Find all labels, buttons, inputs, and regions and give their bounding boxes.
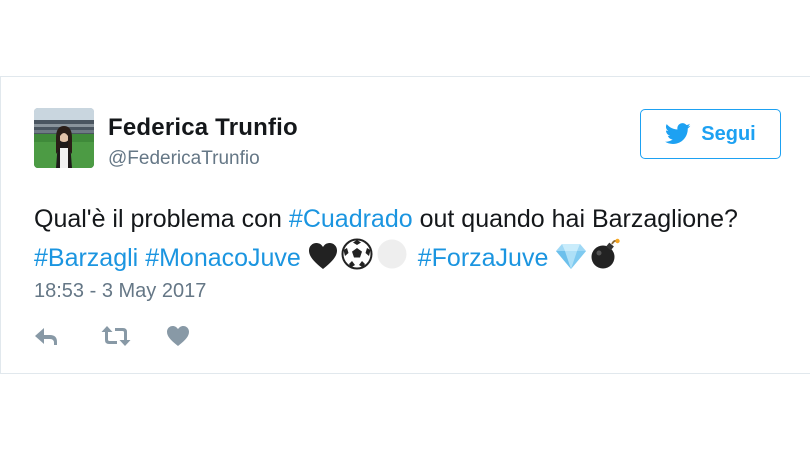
avatar[interactable] — [34, 108, 94, 168]
avatar-image — [34, 108, 94, 168]
tweet-text: Qual'è il problema con #Cuadrado out qua… — [34, 200, 794, 277]
retweet-button[interactable] — [100, 322, 166, 350]
hashtag-forzajuve[interactable]: #ForzaJuve — [418, 244, 549, 272]
tweet-text-segment: out quando hai Barzaglione? — [412, 205, 738, 233]
tweet-text-segment: Qual'è il problema con — [34, 205, 289, 233]
retweet-icon — [101, 326, 131, 346]
page: Federica Trunfio @FedericaTrunfio Segui … — [0, 0, 810, 450]
hashtag-barzagli[interactable]: #Barzagli — [34, 244, 138, 272]
tweet-line-1: Qual'è il problema con #Cuadrado out qua… — [34, 200, 794, 238]
bomb-icon — [591, 238, 621, 269]
white-circle-icon — [377, 239, 407, 269]
follow-button[interactable]: Segui — [640, 109, 781, 159]
tweet-timestamp[interactable]: 18:53 - 3 May 2017 — [34, 280, 206, 303]
hashtag-monacojuve[interactable]: #MonacoJuve — [145, 244, 301, 272]
soccer-ball-icon — [341, 238, 373, 270]
tweet-line-2: #Barzagli #MonacoJuve #ForzaJuve — [34, 238, 794, 277]
twitter-bird-icon — [665, 123, 691, 144]
author-name[interactable]: Federica Trunfio — [108, 114, 298, 142]
follow-label: Segui — [701, 122, 756, 145]
hashtag-cuadrado[interactable]: #Cuadrado — [289, 205, 413, 233]
heart-icon — [167, 326, 189, 346]
like-button[interactable] — [166, 322, 232, 350]
diamond-icon — [556, 244, 587, 269]
reply-icon — [35, 328, 57, 345]
reply-button[interactable] — [34, 322, 100, 350]
black-heart-icon — [308, 243, 337, 269]
tweet-actions — [34, 322, 232, 350]
author-handle[interactable]: @FedericaTrunfio — [108, 148, 260, 170]
